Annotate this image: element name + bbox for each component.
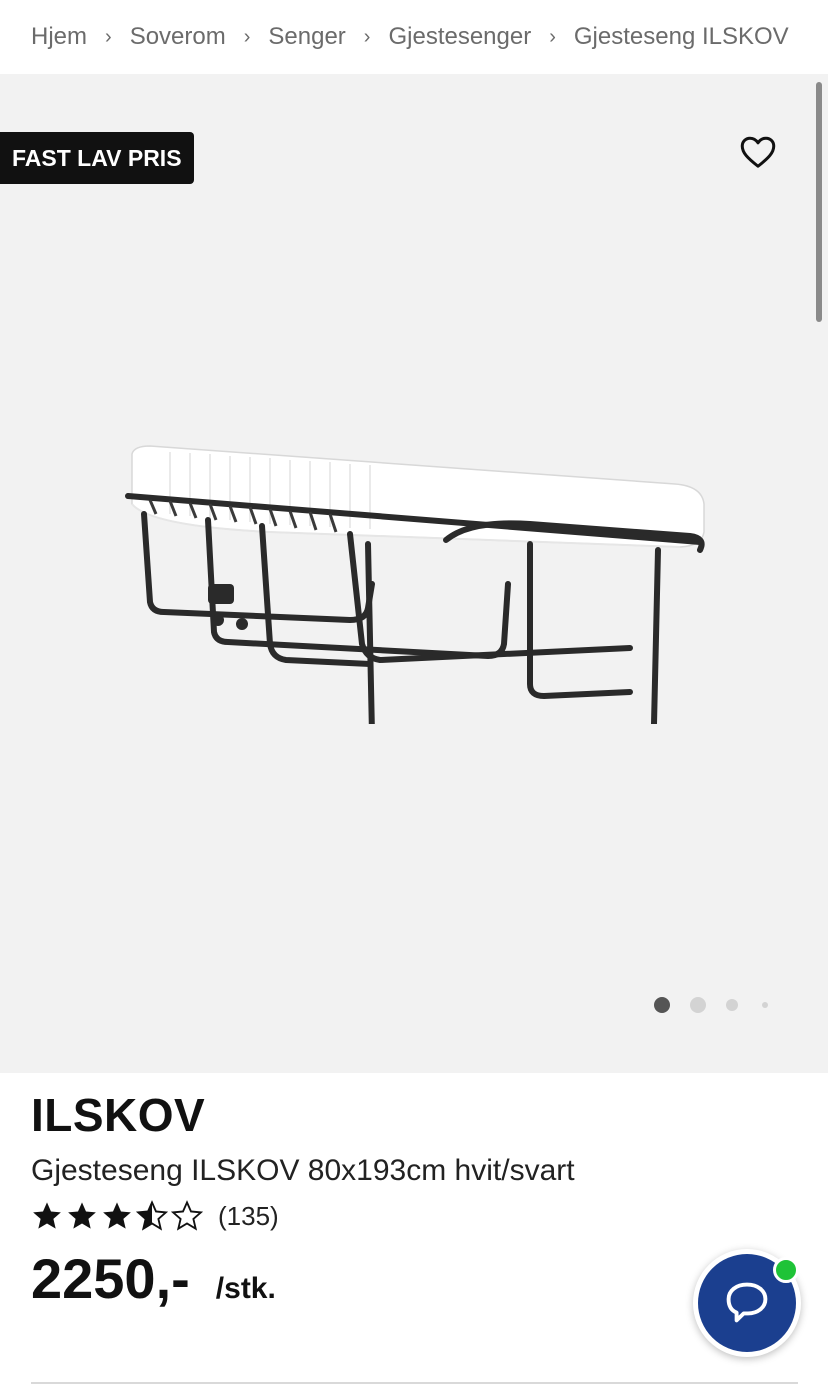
product-rating[interactable]: (135): [31, 1196, 791, 1236]
chevron-right-icon: ›: [243, 25, 251, 48]
section-divider: [31, 1382, 798, 1384]
price-row: 2250,- /stk.: [31, 1246, 791, 1311]
page-scrollbar[interactable]: [816, 82, 822, 322]
breadcrumb-gjestesenger[interactable]: Gjestesenger: [388, 23, 531, 51]
chat-bubble-icon: [726, 1282, 768, 1323]
product-brand: ILSKOV: [31, 1089, 206, 1141]
carousel-dot-1[interactable]: [654, 997, 670, 1013]
review-count[interactable]: (135): [218, 1201, 279, 1232]
price-badge: FAST LAV PRIS: [0, 132, 194, 184]
breadcrumb-home[interactable]: Hjem: [31, 23, 87, 51]
product-image-gallery[interactable]: FAST LAV PRIS: [0, 74, 828, 1073]
product-info: ILSKOV Gjesteseng ILSKOV 80x193cm hvit/s…: [31, 1088, 791, 1311]
chevron-right-icon: ›: [549, 25, 556, 48]
star-half-icon: [136, 1200, 168, 1231]
chevron-right-icon: ›: [105, 25, 112, 48]
online-status-indicator: [773, 1257, 799, 1283]
star-rating: [31, 1200, 206, 1232]
product-description: Gjesteseng ILSKOV 80x193cm hvit/svart: [31, 1154, 575, 1187]
breadcrumb-soverom[interactable]: Soverom: [130, 23, 226, 51]
carousel-pagination: [654, 997, 768, 1013]
carousel-dot-3[interactable]: [726, 999, 738, 1011]
star-filled-icon: [33, 1202, 61, 1229]
breadcrumb-senger[interactable]: Senger: [268, 23, 345, 51]
product-image: [125, 445, 705, 724]
carousel-dot-4[interactable]: [762, 1002, 768, 1008]
breadcrumb: Hjem › Soverom › Senger › Gjestesenger ›…: [0, 0, 828, 74]
product-price: 2250,-: [31, 1247, 190, 1310]
star-empty-icon: [171, 1200, 203, 1231]
carousel-dot-2[interactable]: [690, 997, 706, 1013]
star-filled-icon: [103, 1202, 131, 1229]
chevron-right-icon: ›: [363, 25, 371, 48]
price-unit: /stk.: [215, 1272, 276, 1305]
heart-outline-icon: [740, 136, 776, 168]
star-filled-icon: [68, 1202, 96, 1229]
breadcrumb-current[interactable]: Gjesteseng ILSKOV: [574, 23, 789, 51]
favorite-button[interactable]: [738, 132, 778, 172]
chat-button[interactable]: [693, 1249, 801, 1357]
